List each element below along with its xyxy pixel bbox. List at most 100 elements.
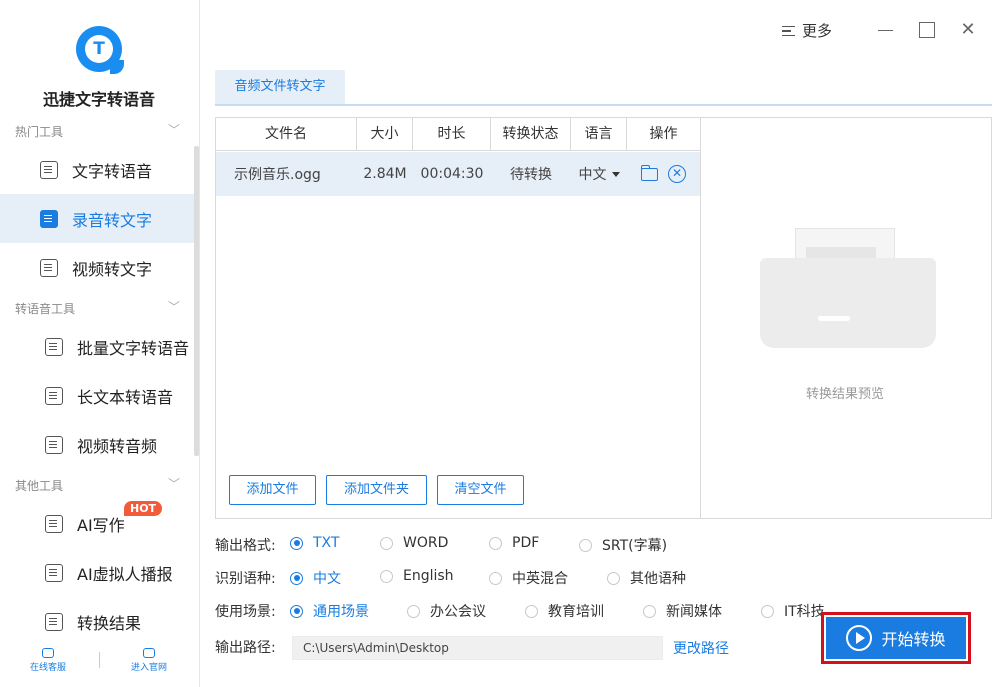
group-speech-tools[interactable]: 转语音工具 ﹀ [15, 300, 180, 317]
sidebar-item-label: 视频转文字 [72, 259, 153, 279]
add-folder-button[interactable]: 添加文件夹 [326, 475, 427, 505]
app-logo-icon: T [76, 26, 124, 74]
group-hot-tools[interactable]: 热门工具 ﹀ [15, 123, 180, 140]
chevron-down-icon: ﹀ [167, 300, 180, 314]
more-label: 更多 [802, 22, 833, 40]
group-title: 其他工具 [15, 479, 64, 493]
caret-down-icon [611, 171, 620, 177]
minimize-button[interactable] [876, 20, 896, 40]
language-select[interactable]: 中文 [571, 164, 627, 184]
chevron-down-icon: ﹀ [167, 123, 180, 137]
open-folder-icon[interactable] [640, 164, 658, 181]
column-header: 大小 [357, 118, 413, 151]
language-row: 识别语种: [215, 567, 290, 589]
group-title: 转语音工具 [15, 302, 76, 316]
start-convert-button[interactable]: 开始转换 [826, 617, 966, 659]
sidebar-item-label: 视频转音频 [77, 436, 158, 456]
radio-icon [290, 571, 303, 585]
sidebar-item-ai-avatar[interactable]: AI虚拟人播报 [0, 548, 194, 597]
footer-divider [99, 652, 100, 668]
option-text: TXT [313, 535, 340, 551]
video-text-icon [40, 258, 58, 277]
column-header: 操作 [649, 126, 678, 142]
radio-icon [290, 604, 303, 618]
option-text: 中文 [313, 571, 341, 587]
more-menu-button[interactable]: 更多 [782, 20, 832, 41]
sidebar-scrollbar[interactable] [194, 146, 199, 456]
app-name: 迅捷文字转语音 [42, 90, 155, 109]
sidebar-item-video-to-audio[interactable]: 视频转音频 [0, 420, 194, 469]
radio-icon [489, 571, 502, 585]
scene-option-it[interactable]: IT科技 [761, 601, 825, 621]
sidebar-item-audio-to-text[interactable]: 录音转文字 [0, 194, 194, 243]
close-button[interactable]: ✕ [958, 20, 978, 40]
remove-file-icon[interactable]: ✕ [668, 165, 686, 183]
file-status: 待转换 [510, 167, 552, 183]
sidebar-item-batch-text-to-speech[interactable]: 批量文字转语音 [0, 322, 194, 371]
chevron-down-icon: ﹀ [167, 477, 180, 491]
document-icon [45, 386, 63, 405]
format-option-txt[interactable]: TXT [290, 535, 339, 551]
radio-icon [290, 536, 303, 550]
table-header: 文件名 大小 时长 转换状态 语言 操作 [216, 118, 700, 151]
sidebar-item-long-text-to-speech[interactable]: 长文本转语音 [0, 371, 194, 420]
output-path-field[interactable]: C:\Users\Admin\Desktop [292, 636, 663, 660]
group-title: 热门工具 [15, 125, 64, 139]
scene-option-news[interactable]: 新闻媒体 [643, 601, 722, 621]
file-name: 示例音乐.ogg [234, 167, 321, 183]
hot-badge: HOT [124, 501, 163, 516]
maximize-button[interactable] [917, 20, 937, 40]
sidebar-item-text-to-speech[interactable]: 文字转语音 [0, 145, 194, 194]
menu-icon [782, 25, 795, 36]
online-service-link[interactable]: 在线客服 [18, 648, 78, 673]
add-file-button[interactable]: 添加文件 [229, 475, 316, 505]
play-icon [846, 625, 873, 651]
scene-option-meeting[interactable]: 办公会议 [407, 601, 486, 621]
result-preview-panel: 转换结果预览 [700, 117, 992, 519]
tab-audio-to-text[interactable]: 音频文件转文字 [215, 70, 345, 104]
file-size: 2.84M [363, 166, 407, 182]
sidebar-item-video-to-text[interactable]: 视频转文字 [0, 243, 194, 292]
sidebar-item-ai-writing[interactable]: AI写作 HOT [0, 499, 194, 548]
file-duration: 00:04:30 [420, 166, 484, 182]
sidebar: T 迅捷文字转语音 热门工具 ﹀ 文字转语音 录音转文字 视频转文字 转语音工具… [0, 0, 200, 687]
language-option-english[interactable]: English [380, 568, 454, 584]
empty-tray-icon [760, 258, 936, 348]
website-link[interactable]: 进入官网 [119, 648, 179, 673]
footer-label: 在线客服 [29, 663, 66, 673]
sidebar-item-results[interactable]: 转换结果 [0, 597, 194, 646]
option-text: WORD [403, 535, 449, 551]
app-window: T 迅捷文字转语音 热门工具 ﹀ 文字转语音 录音转文字 视频转文字 转语音工具… [0, 0, 1005, 687]
option-text: 办公会议 [430, 604, 486, 620]
footer-label: 进入官网 [130, 663, 167, 673]
option-text: 中英混合 [512, 571, 568, 587]
text-speech-icon [40, 160, 58, 179]
scene-option-education[interactable]: 教育培训 [525, 601, 604, 621]
option-label: 输出格式: [215, 538, 276, 554]
format-option-word[interactable]: WORD [380, 535, 448, 551]
video-audio-icon [45, 435, 63, 454]
radio-icon [607, 571, 620, 585]
scene-option-general[interactable]: 通用场景 [290, 601, 369, 621]
radio-icon [761, 604, 774, 618]
group-other-tools[interactable]: 其他工具 ﹀ [15, 477, 180, 494]
table-row[interactable]: 示例音乐.ogg 2.84M 00:04:30 待转换 中文 ✕ [216, 152, 700, 196]
change-path-link[interactable]: 更改路径 [673, 638, 729, 658]
scene-row: 使用场景: [215, 600, 290, 622]
column-header: 文件名 [216, 118, 357, 151]
language-option-chinese[interactable]: 中文 [290, 568, 341, 588]
radio-icon [407, 604, 420, 618]
option-text: SRT(字幕) [602, 538, 668, 554]
option-label: 使用场景: [215, 604, 276, 620]
sidebar-item-label: AI虚拟人播报 [77, 564, 173, 584]
radio-icon [380, 536, 393, 550]
format-option-srt[interactable]: SRT(字幕) [579, 535, 667, 555]
language-option-mixed[interactable]: 中英混合 [489, 568, 568, 588]
language-option-other[interactable]: 其他语种 [607, 568, 686, 588]
option-text: 通用场景 [313, 604, 369, 620]
clear-files-button[interactable]: 清空文件 [437, 475, 524, 505]
tab-underline [215, 104, 992, 106]
sidebar-item-label: 批量文字转语音 [77, 338, 190, 358]
column-header: 语言 [571, 118, 627, 151]
format-option-pdf[interactable]: PDF [489, 535, 539, 551]
